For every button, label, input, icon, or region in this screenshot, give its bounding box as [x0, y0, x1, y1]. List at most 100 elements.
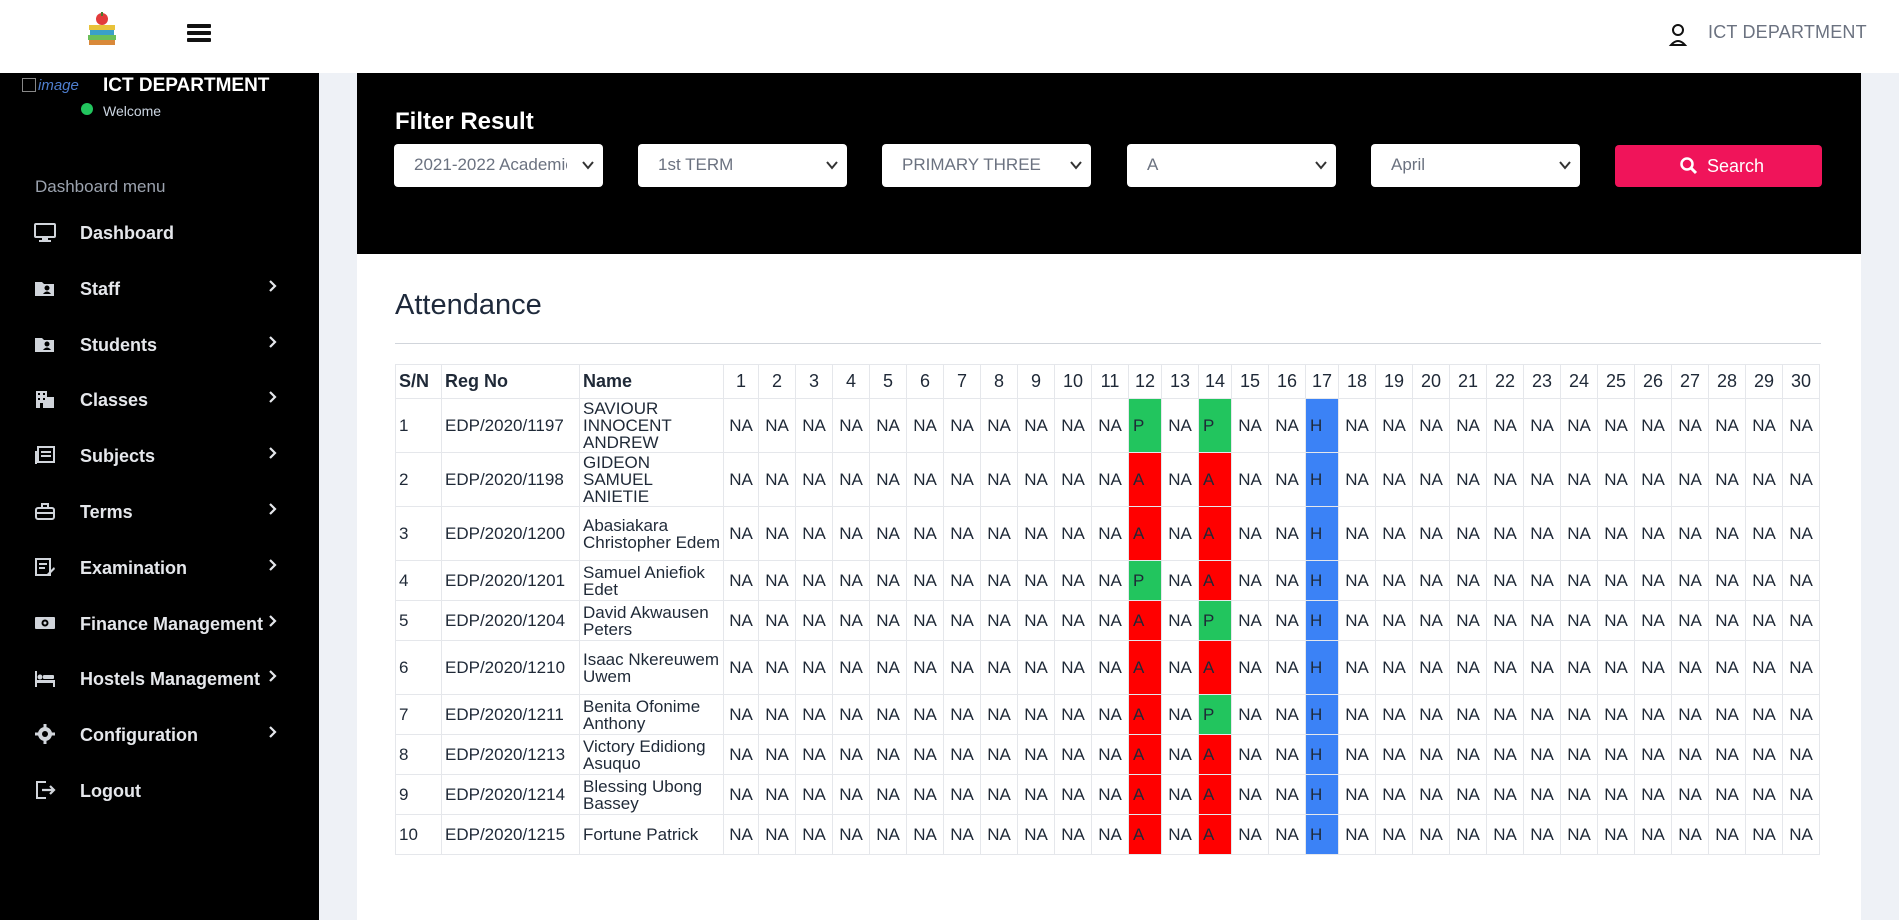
attendance-cell-day-19: NA — [1375, 560, 1413, 601]
attendance-cell-day-5: NA — [869, 506, 907, 561]
attendance-cell-day-12: A — [1128, 734, 1162, 775]
attendance-cell-day-15: NA — [1231, 734, 1269, 775]
attendance-cell-day-15: NA — [1231, 452, 1269, 507]
attendance-cell-day-27: NA — [1671, 560, 1709, 601]
search-button-label: Search — [1707, 156, 1765, 176]
cell-name: Victory Edidiong Asuquo — [579, 734, 724, 775]
sidebar-item-students[interactable]: Students — [0, 325, 319, 365]
attendance-cell-day-5: NA — [869, 600, 907, 641]
attendance-cell-day-17: H — [1305, 640, 1339, 695]
cell-name: Fortune Patrick — [579, 814, 724, 855]
attendance-cell-day-5: NA — [869, 774, 907, 815]
day-header-23: 23 — [1523, 364, 1561, 399]
search-icon — [1680, 157, 1698, 175]
sidebar-item-label: Configuration — [80, 725, 198, 745]
attendance-cell-day-12: A — [1128, 600, 1162, 641]
attendance-cell-day-15: NA — [1231, 600, 1269, 641]
cell-reg: EDP/2020/1215 — [441, 814, 580, 855]
attendance-cell-day-30: NA — [1782, 506, 1820, 561]
sidebar-item-staff[interactable]: Staff — [0, 269, 319, 309]
cell-name: Isaac Nkereuwem Uwem — [579, 640, 724, 695]
attendance-cell-day-14: P — [1198, 398, 1232, 453]
attendance-cell-day-3: NA — [795, 560, 833, 601]
attendance-cell-day-24: NA — [1560, 734, 1598, 775]
attendance-cell-day-25: NA — [1597, 774, 1635, 815]
sidebar-item-label: Dashboard — [80, 223, 175, 243]
term-select[interactable]: 1st TERM — [638, 144, 847, 187]
attendance-cell-day-30: NA — [1782, 734, 1820, 775]
attendance-cell-day-10: NA — [1054, 774, 1092, 815]
attendance-cell-day-23: NA — [1523, 814, 1561, 855]
attendance-cell-day-21: NA — [1449, 560, 1487, 601]
day-header-29: 29 — [1745, 364, 1783, 399]
attendance-cell-day-17: H — [1305, 452, 1339, 507]
attendance-cell-day-21: NA — [1449, 694, 1487, 735]
day-header-21: 21 — [1449, 364, 1487, 399]
attendance-cell-day-1: NA — [723, 774, 759, 815]
cell-reg: EDP/2020/1211 — [441, 694, 580, 735]
attendance-cell-day-30: NA — [1782, 814, 1820, 855]
attendance-cell-day-19: NA — [1375, 600, 1413, 641]
sidebar-item-logout[interactable]: Logout — [0, 771, 319, 811]
table-row: 4 EDP/2020/1201 Samuel Aniefiok Edet NA NA NA… — [395, 560, 1820, 601]
arm-select[interactable]: A — [1127, 144, 1336, 187]
attendance-cell-day-29: NA — [1745, 452, 1783, 507]
attendance-cell-day-13: NA — [1161, 814, 1199, 855]
sidebar-item-hostels-management[interactable]: Hostels Management — [0, 659, 319, 699]
attendance-cell-day-16: NA — [1268, 694, 1306, 735]
attendance-cell-day-16: NA — [1268, 814, 1306, 855]
attendance-cell-day-11: NA — [1091, 398, 1129, 453]
attendance-cell-day-2: NA — [758, 398, 796, 453]
user-icon[interactable] — [1668, 22, 1688, 46]
attendance-cell-day-1: NA — [723, 560, 759, 601]
attendance-cell-day-20: NA — [1412, 398, 1450, 453]
attendance-cell-day-14: A — [1198, 640, 1232, 695]
day-header-13: 13 — [1161, 364, 1199, 399]
chevron-down-icon — [1070, 161, 1082, 170]
month-select[interactable]: April — [1371, 144, 1580, 187]
hamburger-icon[interactable] — [187, 24, 211, 44]
exam-edit-icon — [35, 558, 55, 576]
attendance-cell-day-17: H — [1305, 694, 1339, 735]
attendance-cell-day-15: NA — [1231, 814, 1269, 855]
session-select[interactable]: 2021-2022 Academic — [394, 144, 603, 187]
attendance-cell-day-26: NA — [1634, 452, 1672, 507]
sidebar-item-classes[interactable]: Classes — [0, 380, 319, 420]
money-icon — [35, 617, 55, 629]
attendance-cell-day-20: NA — [1412, 560, 1450, 601]
class-select-value: PRIMARY THREE — [902, 155, 1041, 174]
attendance-cell-day-13: NA — [1161, 506, 1199, 561]
attendance-cell-day-24: NA — [1560, 452, 1598, 507]
sidebar-item-configuration[interactable]: Configuration — [0, 715, 319, 755]
class-select[interactable]: PRIMARY THREE — [882, 144, 1091, 187]
attendance-cell-day-5: NA — [869, 452, 907, 507]
sidebar-item-examination[interactable]: Examination — [0, 548, 319, 588]
search-button[interactable]: Search — [1615, 145, 1822, 187]
attendance-cell-day-24: NA — [1560, 774, 1598, 815]
building-icon — [36, 391, 54, 408]
attendance-cell-day-18: NA — [1338, 734, 1376, 775]
attendance-cell-day-13: NA — [1161, 452, 1199, 507]
attendance-cell-day-26: NA — [1634, 560, 1672, 601]
attendance-cell-day-8: NA — [980, 640, 1018, 695]
attendance-cell-day-20: NA — [1412, 640, 1450, 695]
sidebar-item-subjects[interactable]: Subjects — [0, 436, 319, 476]
attendance-cell-day-30: NA — [1782, 398, 1820, 453]
attendance-cell-day-9: NA — [1017, 640, 1055, 695]
attendance-cell-day-29: NA — [1745, 774, 1783, 815]
attendance-cell-day-4: NA — [832, 506, 870, 561]
books-logo-icon[interactable] — [86, 12, 118, 48]
attendance-cell-day-13: NA — [1161, 640, 1199, 695]
user-menu-name[interactable]: ICT DEPARTMENT — [1708, 22, 1867, 43]
attendance-cell-day-27: NA — [1671, 694, 1709, 735]
attendance-cell-day-25: NA — [1597, 694, 1635, 735]
attendance-cell-day-13: NA — [1161, 560, 1199, 601]
sidebar-item-dashboard[interactable]: Dashboard — [0, 213, 319, 253]
day-header-12: 12 — [1128, 364, 1162, 399]
table-row: 2 EDP/2020/1198 GIDEON SAMUEL ANIETIE NA NA N… — [395, 452, 1820, 507]
cell-reg: EDP/2020/1197 — [441, 398, 580, 453]
attendance-cell-day-9: NA — [1017, 694, 1055, 735]
sidebar-item-finance-management[interactable]: Finance Management — [0, 604, 319, 644]
sidebar-item-terms[interactable]: Terms — [0, 492, 319, 532]
attendance-cell-day-6: NA — [906, 452, 944, 507]
